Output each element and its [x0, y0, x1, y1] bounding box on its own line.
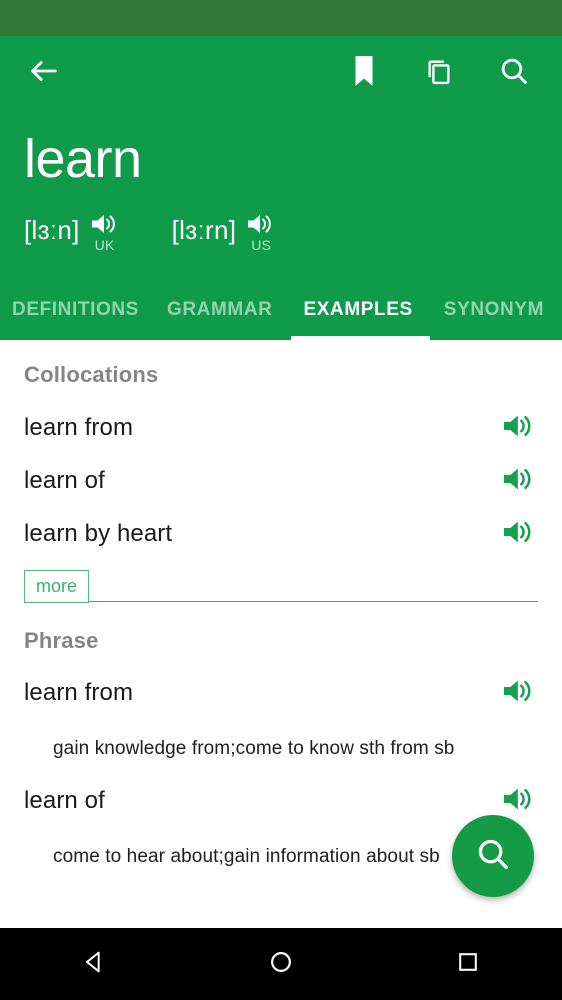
- speaker-icon: [246, 213, 276, 237]
- tab-synonym[interactable]: SYNONYM: [430, 280, 558, 340]
- copy-button[interactable]: [412, 46, 466, 100]
- collocation-row[interactable]: learn from: [0, 411, 562, 445]
- speaker-icon: [500, 464, 538, 499]
- search-button[interactable]: [487, 46, 541, 100]
- status-bar: [0, 0, 562, 36]
- phrase-text: learn from: [24, 679, 134, 706]
- bookmark-icon: [351, 55, 377, 92]
- more-button[interactable]: more: [24, 570, 90, 603]
- speaker-icon: [500, 676, 538, 711]
- pronunciation-us-label: US: [251, 237, 272, 253]
- tab-grammar[interactable]: GRAMMAR: [153, 280, 287, 340]
- collocation-text: learn of: [24, 467, 105, 494]
- phrase-row[interactable]: learn from: [0, 676, 562, 710]
- phrase-heading: Phrase: [24, 628, 99, 653]
- pronunciation-uk-speaker-button[interactable]: UK: [88, 213, 122, 252]
- tab-grammar-label: GRAMMAR: [166, 299, 273, 320]
- speaker-icon: [500, 411, 538, 446]
- app-bar-actions: [0, 36, 562, 110]
- tab-synonym-label: SYNONYM: [443, 299, 545, 320]
- pronunciation-uk-ipa: [lɜːn]: [24, 215, 80, 245]
- pronunciation-uk[interactable]: [lɜːn] UK: [24, 213, 122, 252]
- pronunciation-us-speaker-button[interactable]: US: [244, 213, 278, 252]
- arrow-left-icon: [27, 54, 61, 93]
- speaker-icon: [500, 517, 538, 552]
- collocation-row[interactable]: learn of: [0, 464, 562, 498]
- search-icon: [474, 835, 512, 878]
- search-fab[interactable]: [452, 815, 534, 897]
- collocation-text: learn by heart: [24, 520, 173, 547]
- phrase-text: learn of: [24, 787, 105, 814]
- collocation-speaker-button[interactable]: [500, 464, 538, 499]
- pronunciation-us-ipa: [lɜːrn]: [171, 215, 237, 245]
- pronunciation-row: [lɜːn] UK [lɜːrn] US: [24, 213, 328, 252]
- nav-back-button[interactable]: [58, 928, 130, 1000]
- tab-definitions-label: DEFINITIONS: [12, 299, 139, 320]
- tab-definitions[interactable]: DEFINITIONS: [0, 280, 153, 340]
- phrase-speaker-button[interactable]: [500, 676, 538, 711]
- collocation-row[interactable]: learn by heart: [0, 517, 562, 551]
- nav-back-icon: [80, 948, 108, 981]
- pronunciation-us[interactable]: [lɜːrn] US: [172, 213, 279, 252]
- pronunciation-uk-label: UK: [94, 237, 115, 253]
- phrase-row[interactable]: learn of: [0, 784, 562, 818]
- tab-examples-label: EXAMPLES: [303, 299, 413, 320]
- nav-recents-icon: [455, 949, 481, 980]
- app-bar: learn [lɜːn] UK [lɜːrn] US DEFINITIONS G…: [0, 36, 562, 340]
- headword: learn: [24, 129, 142, 189]
- back-button[interactable]: [17, 46, 71, 100]
- speaker-icon: [500, 784, 538, 819]
- nav-home-button[interactable]: [245, 928, 317, 1000]
- copy-icon: [424, 56, 454, 91]
- collocation-speaker-button[interactable]: [500, 411, 538, 446]
- section-divider: [89, 601, 538, 602]
- speaker-icon: [90, 213, 120, 237]
- android-nav-bar: [0, 928, 562, 1000]
- collocation-text: learn from: [24, 414, 134, 441]
- more-row: more: [0, 570, 562, 603]
- tab-bar: DEFINITIONS GRAMMAR EXAMPLES SYNONYM: [0, 280, 562, 340]
- dictionary-app-screen: learn [lɜːn] UK [lɜːrn] US DEFINITIONS G…: [0, 0, 562, 1000]
- nav-home-icon: [267, 948, 295, 981]
- phrase-definition: gain knowledge from;come to know sth fro…: [53, 738, 455, 759]
- search-icon: [498, 55, 530, 92]
- tab-examples[interactable]: EXAMPLES: [286, 280, 429, 340]
- nav-recents-button[interactable]: [432, 928, 504, 1000]
- collocations-heading: Collocations: [24, 362, 159, 387]
- phrase-speaker-button[interactable]: [500, 784, 538, 819]
- collocation-speaker-button[interactable]: [500, 517, 538, 552]
- bookmark-button[interactable]: [337, 46, 391, 100]
